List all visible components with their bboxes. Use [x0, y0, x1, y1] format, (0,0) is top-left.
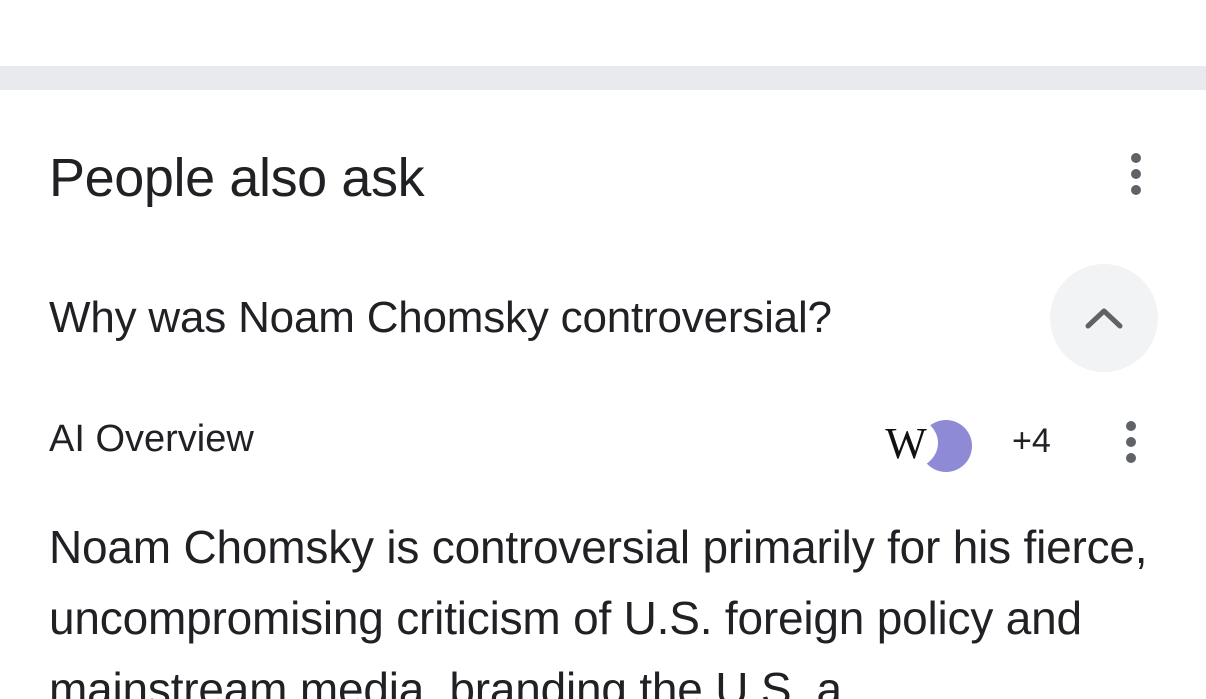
ai-overview-label: AI Overview	[49, 418, 254, 460]
more-vert-icon[interactable]	[1116, 146, 1156, 202]
question-item[interactable]: Why was Noam Chomsky controversial?	[49, 290, 832, 346]
wikipedia-icon[interactable]: W	[874, 416, 938, 470]
source-icons[interactable]: W	[874, 414, 974, 472]
section-divider	[0, 66, 1206, 90]
more-sources-count[interactable]: +4	[1012, 418, 1051, 464]
more-vert-icon[interactable]	[1111, 414, 1151, 470]
top-blank-area	[0, 0, 1206, 66]
ai-overview-text: Noam Chomsky is controversial primarily …	[49, 521, 1148, 699]
people-also-ask-title: People also ask	[49, 148, 425, 208]
chevron-up-icon	[1085, 308, 1123, 329]
collapse-button[interactable]	[1050, 264, 1158, 372]
search-results-page: People also ask Why was Noam Chomsky con…	[0, 0, 1206, 699]
